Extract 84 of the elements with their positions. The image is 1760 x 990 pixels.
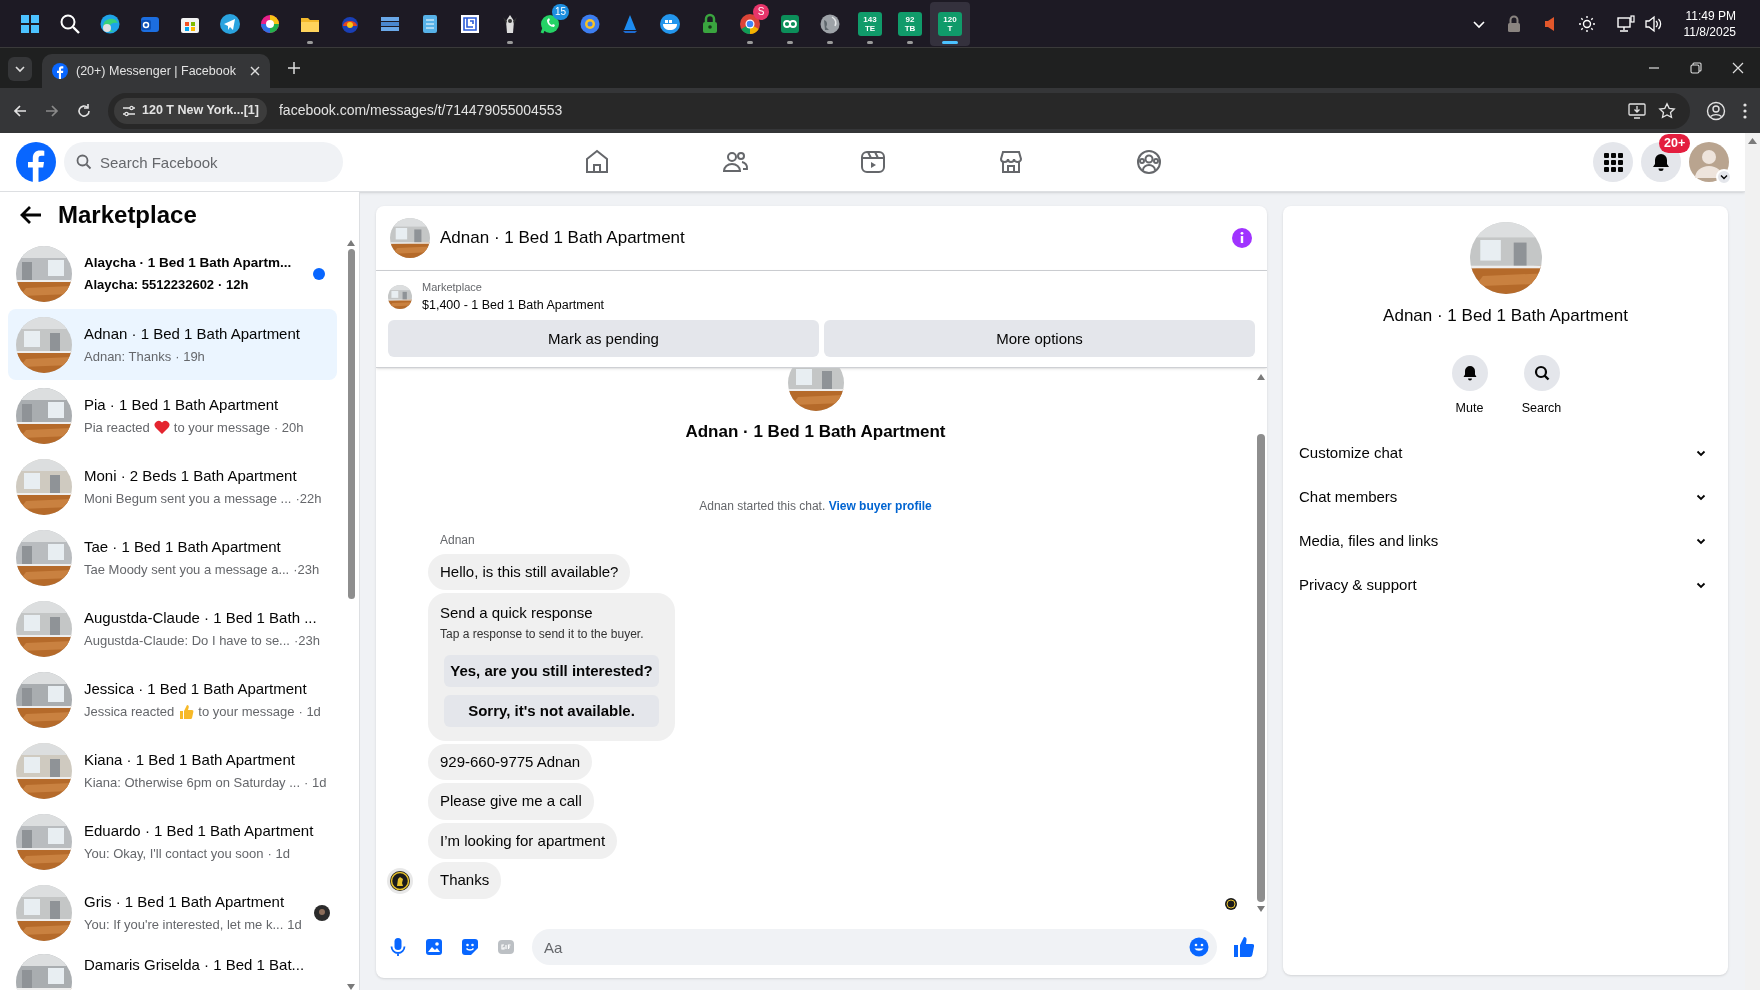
conversation-name: Augustda-Claude · 1 Bed 1 Bath ... bbox=[84, 607, 318, 628]
quick-reply-button[interactable]: Yes, are you still interested? bbox=[444, 654, 659, 687]
message-preview: to your message bbox=[198, 703, 295, 721]
conversation-item[interactable]: Moni · 2 Beds 1 Bath Apartment Moni Begum sent you a message ... ·22h bbox=[8, 451, 337, 522]
search-field[interactable]: Search Facebook bbox=[64, 142, 343, 182]
conversation-name: Damaris Griselda · 1 Bed 1 Bat... bbox=[84, 955, 306, 975]
conversation-item[interactable]: Jessica · 1 Bed 1 Bath Apartment Jessica reacted to your message · 1d bbox=[8, 664, 337, 735]
message-time: ·23h bbox=[293, 632, 320, 650]
message-bubble: Hello, is this still available? bbox=[428, 553, 631, 591]
message-time: · 12h bbox=[218, 275, 249, 294]
conversation-name: Gris · 1 Bed 1 Bath Apartment bbox=[84, 891, 286, 912]
message-bubble: 929-660-9775 Adnan bbox=[428, 743, 593, 781]
clock-date: 11/8/2025 bbox=[1683, 23, 1736, 40]
app-tile[interactable]: 120 T bbox=[938, 11, 962, 36]
message-preview: Tae Moody sent you a message a... bbox=[84, 561, 290, 579]
clock-time: 11:49 PM bbox=[1685, 7, 1736, 24]
conversation-item[interactable]: Pia · 1 Bed 1 Bath Apartment Pia reacted to your message · 20h bbox=[8, 380, 337, 451]
site-info-chip[interactable]: 120 T New York...[1] bbox=[114, 97, 267, 124]
section-row[interactable]: Privacy & support bbox=[1291, 563, 1720, 608]
listing-label: Marketplace bbox=[422, 280, 483, 295]
card-subtitle: Tap a response to send it to the buyer. bbox=[440, 625, 645, 643]
conversation-item[interactable]: Damaris Griselda · 1 Bed 1 Bat... bbox=[8, 948, 337, 990]
section-row[interactable]: Customize chat bbox=[1291, 431, 1720, 476]
message-time: · 1d bbox=[298, 703, 321, 721]
app-tile[interactable]: 143 TE bbox=[858, 11, 882, 36]
sidebar-title: Marketplace bbox=[58, 200, 197, 230]
conversation-name: Pia · 1 Bed 1 Bath Apartment bbox=[84, 394, 280, 415]
conversation-name: Jessica · 1 Bed 1 Bath Apartment bbox=[84, 678, 308, 699]
listing-title: $1,400 - 1 Bed 1 Bath Apartment bbox=[422, 296, 605, 314]
notification-badge: 15 bbox=[551, 3, 569, 20]
conversation-item[interactable]: Eduardo · 1 Bed 1 Bath Apartment You: Okay, I'll contact you soon · 1d bbox=[8, 806, 337, 877]
listing-action-button[interactable]: More options bbox=[824, 320, 1255, 358]
conversation-item[interactable]: Adnan · 1 Bed 1 Bath Apartment Adnan: Thanks · 19h bbox=[8, 309, 337, 380]
conversation-title: Adnan · 1 Bed 1 Bath Apartment bbox=[1383, 305, 1628, 327]
action-label: Search bbox=[1521, 399, 1562, 417]
conversation-name: Eduardo · 1 Bed 1 Bath Apartment bbox=[84, 820, 315, 841]
notification-badge: 20+ bbox=[1659, 134, 1691, 153]
message-preview: You: Okay, I'll contact you soon bbox=[84, 845, 264, 863]
message-time: ·23h bbox=[293, 561, 320, 579]
conversation-name: Kiana · 1 Bed 1 Bath Apartment bbox=[84, 749, 296, 770]
conversation-item[interactable]: Kiana · 1 Bed 1 Bath Apartment Kiana: Otherwise 6pm on Saturday ... · 1d bbox=[8, 735, 337, 806]
buyer-profile-link[interactable]: View buyer profile bbox=[828, 498, 932, 513]
intro-title: Adnan · 1 Bed 1 Bath Apartment bbox=[685, 421, 946, 444]
chat-title: Adnan · 1 Bed 1 Bath Apartment bbox=[440, 227, 686, 250]
message-time: 1d bbox=[287, 916, 302, 934]
section-row[interactable]: Chat members bbox=[1291, 475, 1720, 520]
message-preview: Jessica reacted bbox=[84, 703, 175, 721]
message-time: ·22h bbox=[295, 490, 322, 508]
conversation-item[interactable]: Augustda-Claude · 1 Bed 1 Bath ... Augustda-Claude: Do I have to se... ·23h bbox=[8, 593, 337, 664]
conversation-name: Alaycha · 1 Bed 1 Bath Apartm... bbox=[84, 253, 293, 272]
message-bubble: I’m looking for apartment bbox=[428, 822, 618, 860]
message-preview: to your message bbox=[173, 419, 270, 437]
message-preview: You: If you're interested, let me k... bbox=[84, 916, 284, 934]
conversation-name: Tae · 1 Bed 1 Bath Apartment bbox=[84, 536, 282, 557]
conversation-item[interactable]: Tae · 1 Bed 1 Bath Apartment Tae Moody sent you a message a... ·23h bbox=[8, 522, 337, 593]
message-time: · 19h bbox=[175, 348, 205, 366]
message-preview: Alaycha: 5512232602 bbox=[84, 275, 215, 294]
url-text: facebook.com/messages/t/714479055004553 bbox=[278, 101, 564, 120]
message-time: · 20h bbox=[273, 419, 304, 437]
section-row[interactable]: Media, files and links bbox=[1291, 519, 1720, 564]
conversation-item[interactable]: Gris · 1 Bed 1 Bath Apartment You: If you're interested, let me k... 1d bbox=[8, 877, 337, 948]
app-tile[interactable]: 92 TB bbox=[898, 11, 922, 36]
chat-started-note: Adnan started this chat. View buyer profile bbox=[699, 497, 932, 515]
message-preview: Adnan: Thanks bbox=[84, 348, 172, 366]
message-time: · 1d bbox=[304, 774, 327, 792]
message-preview: Moni Begum sent you a message ... bbox=[84, 490, 292, 508]
browser-tab[interactable]: (20+) Messenger | Facebook bbox=[42, 54, 270, 88]
message-bubble: Thanks bbox=[428, 862, 502, 899]
sender-name: Adnan bbox=[440, 531, 476, 549]
tab-title: (20+) Messenger | Facebook bbox=[76, 62, 237, 80]
message-preview: Pia reacted bbox=[84, 419, 150, 437]
action-label: Mute bbox=[1455, 399, 1484, 417]
notification-badge: S bbox=[753, 3, 769, 20]
conversation-item[interactable]: Alaycha · 1 Bed 1 Bath Apartm... Alaycha: 5512232602 · 12h bbox=[8, 238, 337, 309]
listing-action-button[interactable]: Mark as pending bbox=[388, 320, 819, 358]
message-preview: Augustda-Claude: Do I have to se... bbox=[84, 632, 290, 650]
message-input[interactable]: Aa bbox=[532, 929, 1217, 965]
message-preview: Kiana: Otherwise 6pm on Saturday ... bbox=[84, 774, 301, 792]
quick-reply-button[interactable]: Sorry, it's not available. bbox=[444, 694, 659, 727]
card-title: Send a quick response bbox=[440, 603, 594, 624]
conversation-name: Moni · 2 Beds 1 Bath Apartment bbox=[84, 465, 298, 486]
message-time: · 1d bbox=[267, 845, 290, 863]
message-bubble: Please give me a call bbox=[428, 783, 594, 820]
conversation-name: Adnan · 1 Bed 1 Bath Apartment bbox=[84, 323, 301, 344]
